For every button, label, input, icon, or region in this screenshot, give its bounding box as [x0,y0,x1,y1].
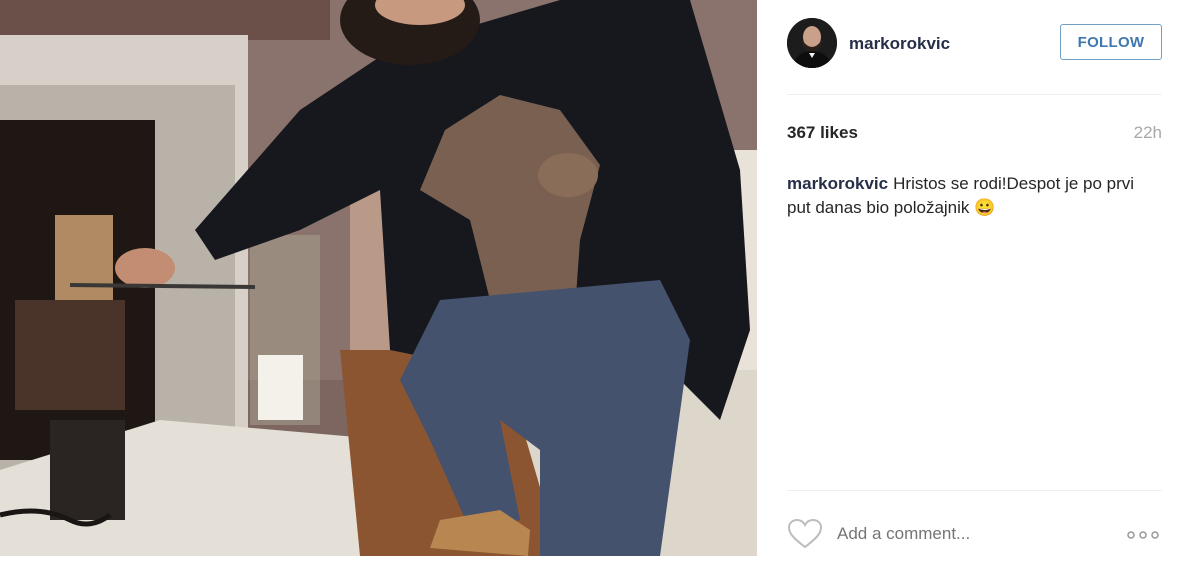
post-sidebar: markorokvic FOLLOW 367 likes 22h markoro… [757,0,1200,566]
avatar[interactable] [787,18,837,68]
post-timestamp[interactable]: 22h [1134,123,1162,143]
divider [787,94,1162,95]
post-header: markorokvic FOLLOW [787,18,1162,68]
divider [787,490,1162,491]
comment-input[interactable] [837,524,1087,544]
likes-count[interactable]: 367 likes [787,123,858,143]
follow-button[interactable]: FOLLOW [1060,24,1162,60]
smiley-emoji-icon: 😀 [974,198,996,217]
avatar-photo-icon [787,18,837,68]
heart-icon[interactable] [787,518,823,550]
more-options-icon[interactable] [1127,528,1159,540]
post-caption: markorokvic Hristos se rodi!Despot je po … [787,172,1157,220]
post-photo [0,0,757,556]
caption-username[interactable]: markorokvic [787,174,888,193]
post-username[interactable]: markorokvic [849,34,950,54]
